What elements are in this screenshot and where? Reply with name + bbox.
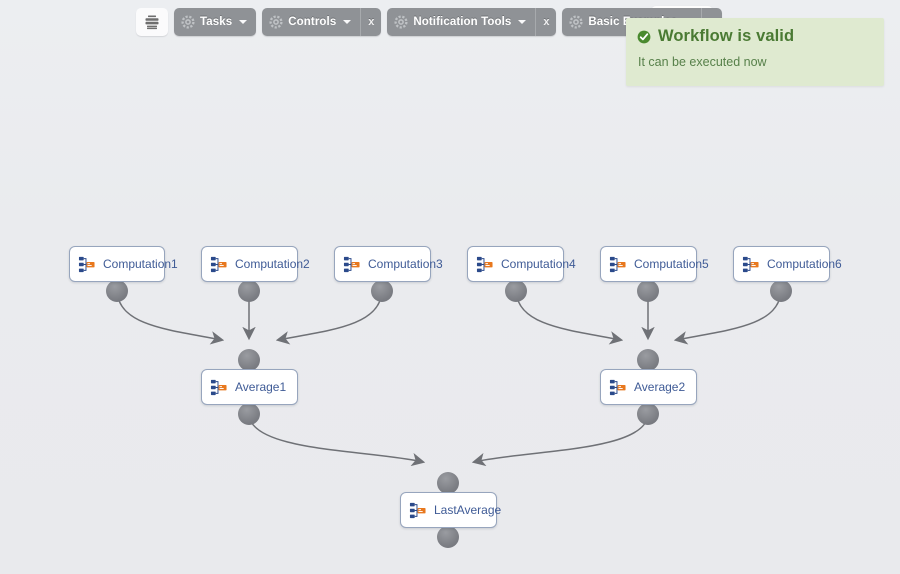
- node-computation4[interactable]: Computation4: [467, 246, 576, 282]
- toolbar-label: Notification Tools: [413, 16, 512, 28]
- notification-panel[interactable]: Workflow is valid It can be executed now: [626, 18, 884, 86]
- node-average1[interactable]: Average1: [201, 369, 298, 405]
- port-average1-out[interactable]: [238, 403, 260, 425]
- edge-computation3-average1: [275, 291, 383, 345]
- workflow-task-icon: [609, 379, 626, 395]
- notification-title-row: Workflow is valid: [626, 27, 884, 46]
- node-label: Computation4: [501, 257, 576, 271]
- node-label: Computation2: [235, 257, 310, 271]
- node-computation2[interactable]: Computation2: [201, 246, 310, 282]
- workflow-task-icon: [409, 502, 426, 518]
- node-label: LastAverage: [434, 503, 502, 517]
- toolbar-button-notification-tools[interactable]: Notification Tools: [387, 8, 535, 36]
- chevron-down-icon: [239, 20, 248, 24]
- port-computation6-out[interactable]: [770, 280, 792, 302]
- gear-icon: [569, 15, 583, 29]
- toolbar-label: Controls: [288, 16, 337, 28]
- workflow-task-icon: [78, 256, 95, 272]
- port-average2-in[interactable]: [637, 349, 659, 371]
- workflow-canvas[interactable]: Computation1 Computation2 Computation3 C…: [0, 0, 900, 574]
- port-computation3-out[interactable]: [371, 280, 393, 302]
- edge-average1-lastaverage: [248, 414, 426, 467]
- port-average1-in[interactable]: [238, 349, 260, 371]
- node-label: Average2: [634, 380, 686, 394]
- toolbar-group-tasks[interactable]: Tasks: [174, 8, 257, 36]
- stack-icon: [145, 15, 159, 29]
- toolbar-button-controls[interactable]: Controls: [262, 8, 360, 36]
- node-computation6[interactable]: Computation6: [733, 246, 842, 282]
- node-average2[interactable]: Average2: [600, 369, 697, 405]
- node-label: Computation3: [368, 257, 443, 271]
- port-lastaverage-out[interactable]: [437, 526, 459, 548]
- workflow-task-icon: [476, 256, 493, 272]
- workflow-task-icon: [210, 256, 227, 272]
- chevron-down-icon: [518, 20, 527, 24]
- check-circle-icon: [637, 30, 651, 43]
- node-lastaverage[interactable]: LastAverage: [400, 492, 501, 528]
- port-computation1-out[interactable]: [106, 280, 128, 302]
- edge-average2-lastaverage: [471, 414, 649, 467]
- node-label: Average1: [235, 380, 287, 394]
- notification-title: Workflow is valid: [658, 27, 795, 45]
- edge-computation1-average1: [116, 291, 225, 345]
- gear-icon: [394, 15, 408, 29]
- port-average2-out[interactable]: [637, 403, 659, 425]
- node-label: Computation1: [103, 257, 178, 271]
- edge-computation4-average2: [515, 291, 624, 345]
- workflow-task-icon: [210, 379, 227, 395]
- edge-computation6-average2: [673, 291, 782, 345]
- close-icon[interactable]: x: [535, 8, 556, 36]
- node-computation1[interactable]: Computation1: [69, 246, 178, 282]
- notification-subtitle: It can be executed now: [638, 55, 767, 69]
- workflow-task-icon: [343, 256, 360, 272]
- toolbar-group-controls[interactable]: Controls x: [262, 8, 382, 36]
- node-computation5[interactable]: Computation5: [600, 246, 709, 282]
- port-computation5-out[interactable]: [637, 280, 659, 302]
- node-computation3[interactable]: Computation3: [334, 246, 443, 282]
- toolbar-button-tasks[interactable]: Tasks: [174, 8, 256, 36]
- gear-icon: [269, 15, 283, 29]
- node-label: Computation6: [767, 257, 842, 271]
- port-computation2-out[interactable]: [238, 280, 260, 302]
- chevron-down-icon: [343, 20, 352, 24]
- workflow-task-icon: [742, 256, 759, 272]
- port-lastaverage-in[interactable]: [437, 472, 459, 494]
- port-computation4-out[interactable]: [505, 280, 527, 302]
- workflow-task-icon: [609, 256, 626, 272]
- layers-button[interactable]: [136, 8, 168, 36]
- close-icon[interactable]: x: [360, 8, 381, 36]
- toolbar-group-notification-tools[interactable]: Notification Tools x: [387, 8, 557, 36]
- toolbar-label: Tasks: [200, 16, 233, 28]
- node-label: Computation5: [634, 257, 709, 271]
- gear-icon: [181, 15, 195, 29]
